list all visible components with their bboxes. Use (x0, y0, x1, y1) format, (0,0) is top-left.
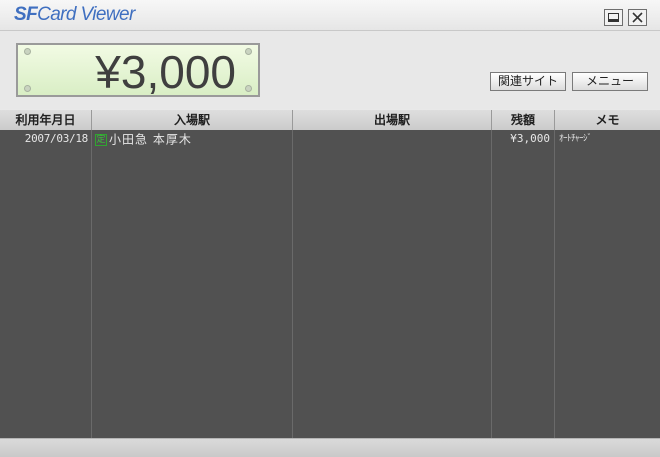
column-divider (491, 130, 492, 438)
column-header-entry-station[interactable]: 入場駅 (92, 110, 293, 130)
column-header-date[interactable]: 利用年月日 (0, 110, 92, 130)
history-table: 利用年月日 入場駅 出場駅 残額 メモ 2007/03/18 定小田急 本厚木 … (0, 110, 660, 438)
balance-display: ¥3,000 (16, 43, 260, 97)
header-panel: ¥3,000 関連サイト メニュー (0, 31, 660, 109)
app-title: SFCard Viewer (14, 4, 135, 26)
column-divider (292, 130, 293, 438)
app-title-rest: Card Viewer (37, 4, 135, 25)
row-exit-station (296, 130, 486, 148)
column-header-exit-station[interactable]: 出場駅 (293, 110, 492, 130)
screw-icon (245, 85, 252, 92)
status-bar (0, 438, 660, 457)
balance-amount: ¥3,000 (95, 46, 236, 98)
title-bar: SFCard Viewer (0, 0, 660, 31)
minimize-icon (608, 13, 619, 22)
column-divider (554, 130, 555, 438)
menu-button[interactable]: メニュー (572, 72, 648, 91)
minimize-button[interactable] (604, 9, 623, 26)
row-date: 2007/03/18 (24, 132, 88, 145)
screw-icon (245, 48, 252, 55)
commuter-pass-badge: 定 (95, 133, 107, 146)
related-sites-button[interactable]: 関連サイト (490, 72, 566, 91)
screw-icon (24, 48, 31, 55)
row-memo: ｵｰﾄﾁｬｰｼﾞ (559, 134, 592, 144)
column-header-balance[interactable]: 残額 (492, 110, 555, 130)
column-divider (91, 130, 92, 438)
close-icon (632, 12, 643, 23)
close-button[interactable] (628, 9, 647, 26)
table-header: 利用年月日 入場駅 出場駅 残額 メモ (0, 110, 660, 130)
row-entry-station: 定小田急 本厚木 (95, 130, 290, 148)
entry-station-name: 小田急 本厚木 (109, 132, 192, 147)
screw-icon (24, 85, 31, 92)
sf-card-viewer-window: SFCard Viewer ¥3,000 関連サイト メニュー 利用年月日 入場… (0, 0, 660, 457)
row-balance: ¥3,000 (510, 132, 550, 145)
column-header-memo[interactable]: メモ (555, 110, 660, 130)
app-title-sf: SF (14, 4, 38, 25)
table-row[interactable]: 2007/03/18 定小田急 本厚木 ¥3,000 ｵｰﾄﾁｬｰｼﾞ (0, 130, 660, 148)
